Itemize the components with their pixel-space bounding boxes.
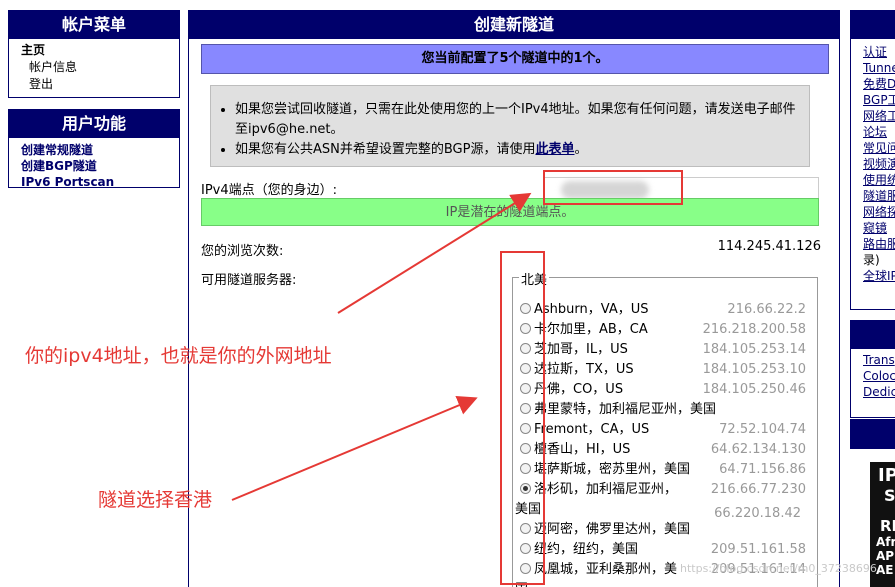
right-link[interactable]: 网络探	[863, 204, 895, 220]
server-ip: 216.218.200.58	[702, 322, 806, 337]
server-name: 卡尔加里，AB，CA	[534, 322, 648, 337]
right-link[interactable]: 使用统	[863, 172, 895, 188]
right-links-panel: 认证Tunne免费DBGP工网络工论坛常见问视频演使用统隧道服网络探窥镜路由服录…	[850, 10, 895, 310]
ipv4-endpoint-label: IPv4端点（您的身边）:	[201, 183, 338, 198]
right-link[interactable]: 论坛	[863, 124, 895, 140]
right-services-panel: Trans Coloc Dedic	[850, 320, 895, 418]
info-item-reclaim: 如果您尝试回收隧道，只需在此处使用您的上一个IPv4地址。如果您有任何问题，请发…	[235, 100, 799, 140]
info-item-bgp: 如果您有公共ASN并希望设置完整的BGP源，请使用此表单。	[235, 140, 799, 160]
right-service-link[interactable]: Coloc	[863, 368, 895, 384]
server-option[interactable]: 卡尔加里，AB，CA 216.218.200.58	[520, 320, 812, 340]
server-option[interactable]: 纽约，纽约，美国 209.51.161.58	[520, 540, 812, 560]
annotation-box-ip	[543, 170, 683, 205]
server-option[interactable]: 堪萨斯城，密苏里州，美国 64.71.156.86	[520, 460, 812, 480]
server-ip: 184.105.253.14	[702, 342, 806, 357]
server-option[interactable]: Ashburn，VA，US 216.66.22.2	[520, 300, 812, 320]
server-option[interactable]: 芝加哥，IL，US 184.105.253.14	[520, 340, 812, 360]
server-option[interactable]: 美国 66.220.18.42	[515, 500, 807, 521]
create-bgp-tunnel-link[interactable]: 创建BGP隧道	[21, 158, 179, 174]
server-ip: 209.51.161.58	[710, 542, 806, 557]
right-link[interactable]: 隧道服	[863, 188, 895, 204]
server-option[interactable]: Fremont，CA，US 72.52.104.74	[520, 420, 812, 440]
server-name: 堪萨斯城，密苏里州，美国	[534, 462, 691, 477]
server-option[interactable]: 丹佛，CO，US 184.105.250.46	[520, 380, 812, 400]
right-link[interactable]: Tunne	[863, 60, 895, 76]
right-service-link[interactable]: Dedic	[863, 384, 895, 400]
server-ip: 64.71.156.86	[719, 462, 806, 477]
menu-account-info-link[interactable]: 帐户信息	[21, 59, 179, 76]
user-functions-title: 用户功能	[9, 110, 179, 138]
info-box: 如果您尝试回收隧道，只需在此处使用您的上一个IPv4地址。如果您有任何问题，请发…	[210, 85, 810, 167]
server-option[interactable]: 国66.220.7.82	[515, 580, 807, 587]
right-services-header	[851, 321, 895, 349]
server-option[interactable]: 洛杉矶，加利福尼亚州， 216.66.77.230	[520, 480, 812, 500]
server-name: 洛杉矶，加利福尼亚州，	[534, 482, 678, 497]
server-name: 檀香山，HI，US	[534, 442, 631, 457]
ip-status-banner: IP是潜在的隧道端点。	[201, 198, 819, 226]
server-option[interactable]: 弗里蒙特，加利福尼亚州，美国	[520, 400, 812, 420]
right-header-bar	[850, 419, 895, 449]
ipv6-portscan-link[interactable]: IPv6 Portscan	[21, 174, 179, 190]
account-menu-title: 帐户菜单	[9, 11, 179, 39]
menu-logout-link[interactable]: 登出	[21, 76, 179, 93]
user-functions-panel: 用户功能 创建常规隧道 创建BGP隧道 IPv6 Portscan	[8, 109, 180, 190]
right-link[interactable]: 认证	[863, 44, 895, 60]
server-name: 丹佛，CO，US	[534, 382, 624, 397]
bgp-form-link[interactable]: 此表单	[535, 142, 574, 157]
server-ip: 216.66.77.230	[710, 482, 806, 497]
right-link[interactable]: 免费D	[863, 76, 895, 92]
menu-home-link[interactable]: 主页	[21, 42, 179, 59]
right-service-link[interactable]: Trans	[863, 352, 895, 368]
right-link[interactable]: 常见问	[863, 140, 895, 156]
server-name: 弗里蒙特，加利福尼亚州，美国	[534, 402, 717, 417]
server-ip: 216.66.22.2	[727, 302, 806, 317]
server-ip: 184.105.250.46	[702, 382, 806, 397]
right-sidebar: 认证Tunne免费DBGP工网络工论坛常见问视频演使用统隧道服网络探窥镜路由服录…	[850, 10, 895, 587]
browse-ip-label: 您的浏览次数:	[201, 244, 284, 259]
server-name: 迈阿密，佛罗里达州，美国	[534, 522, 691, 537]
server-ip: 72.52.104.74	[719, 422, 806, 437]
right-link[interactable]: 视频演	[863, 156, 895, 172]
tunnel-count-notice: 您当前配置了5个隧道中的1个。	[201, 44, 829, 74]
server-ip: 64.62.134.130	[710, 442, 806, 457]
server-name: 凤凰城，亚利桑那州，美	[534, 562, 678, 577]
server-option[interactable]: 达拉斯，TX，US 184.105.253.10	[520, 360, 812, 380]
right-link[interactable]: BGP工	[863, 92, 895, 108]
create-regular-tunnel-link[interactable]: 创建常规隧道	[21, 142, 179, 158]
server-name: 芝加哥，IL，US	[534, 342, 628, 357]
right-links-header	[851, 11, 895, 39]
annotation-tunnel-text: 隧道选择香港	[98, 489, 213, 511]
server-name: 纽约，纽约，美国	[534, 542, 639, 557]
servers-label: 可用隧道服务器:	[201, 273, 297, 288]
server-name: 达拉斯，TX，US	[534, 362, 634, 377]
watermark: https://blog.csdn.net/m0_37238696	[680, 562, 877, 575]
right-link[interactable]: 窥镜	[863, 220, 895, 236]
server-ip: 184.105.253.10	[702, 362, 806, 377]
server-option[interactable]: 迈阿密，佛罗里达州，美国	[520, 520, 812, 540]
create-tunnel-title: 创建新隧道	[189, 11, 839, 39]
right-link[interactable]: 录)	[863, 252, 895, 268]
annotation-box-servers	[500, 251, 545, 585]
browse-ip-value: 114.245.41.126	[717, 239, 821, 254]
annotation-ipv4-text: 你的ipv4地址，也就是你的外网地址	[25, 345, 332, 367]
server-name: Ashburn，VA，US	[534, 302, 649, 317]
server-list-fieldset: 北美 Ashburn，VA，US 216.66.22.2 卡尔加里，AB，CA 216…	[512, 269, 818, 587]
server-option[interactable]: 檀香山，HI，US 64.62.134.130	[520, 440, 812, 460]
right-link[interactable]: 路由服	[863, 236, 895, 252]
right-link[interactable]: 全球IP	[863, 268, 895, 284]
account-menu-panel: 帐户菜单 主页 帐户信息 登出	[8, 10, 180, 98]
server-name: Fremont，CA，US	[534, 422, 650, 437]
right-link[interactable]: 网络工	[863, 108, 895, 124]
